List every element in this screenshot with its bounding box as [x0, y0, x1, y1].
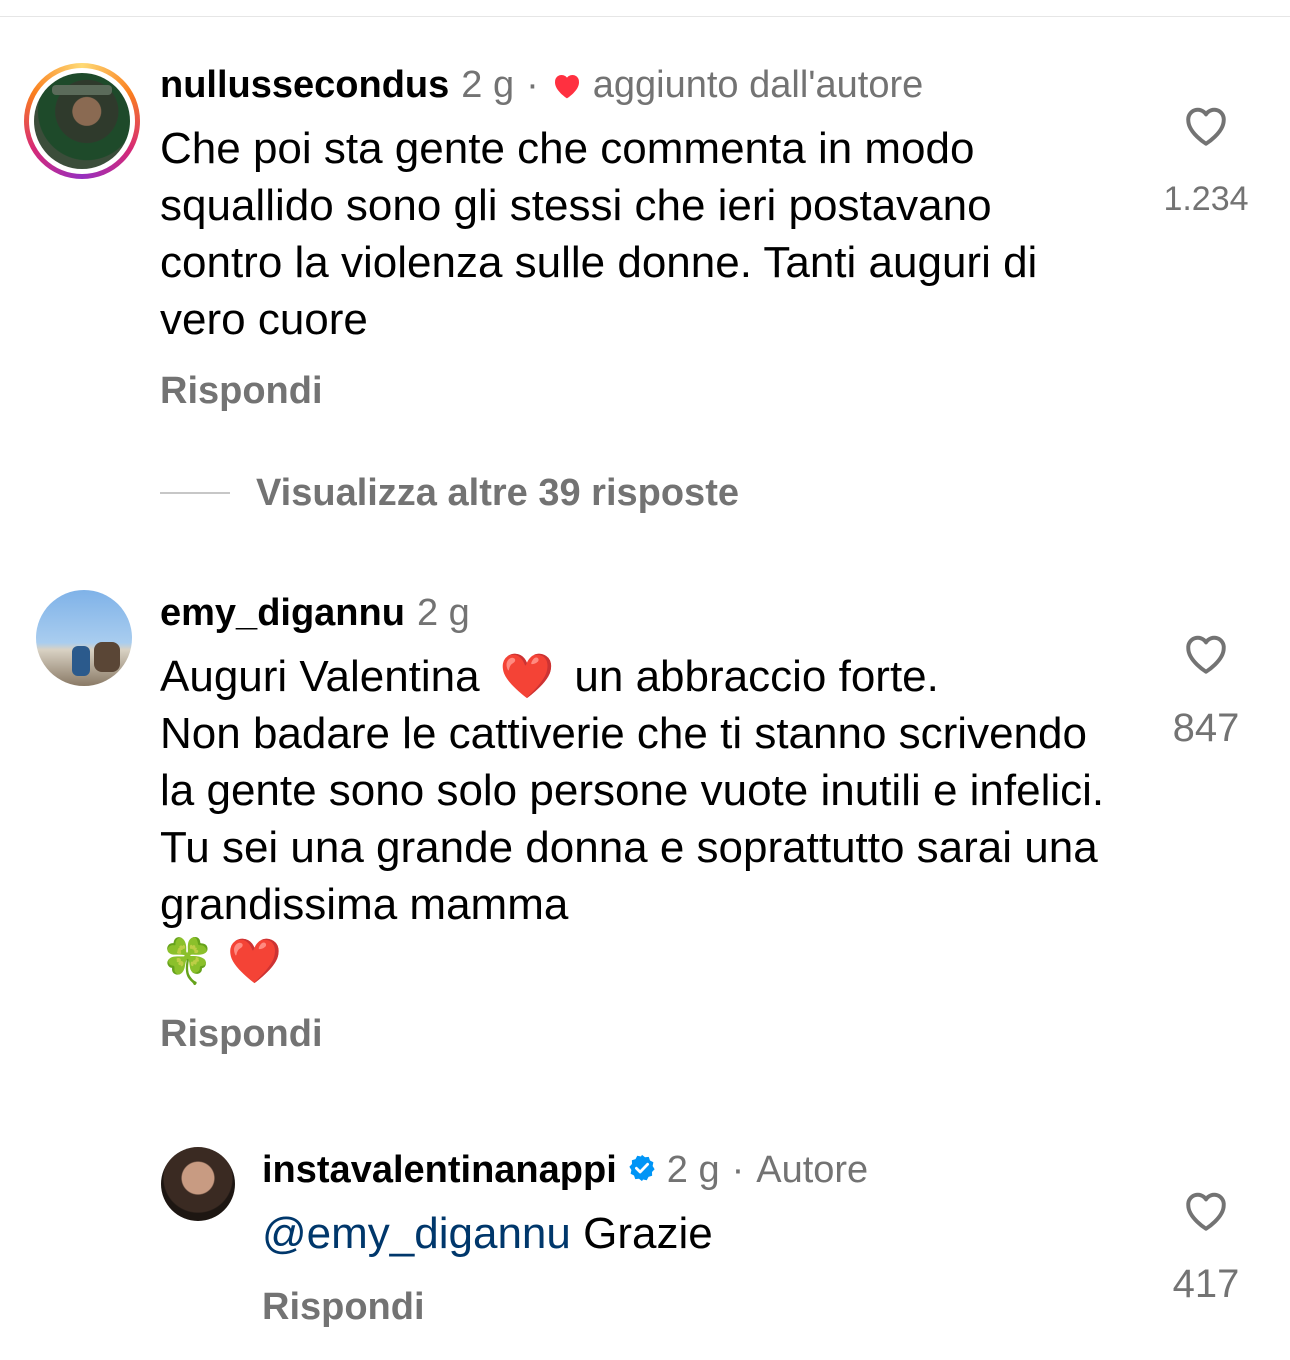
reply-button[interactable]: Rispondi	[262, 1286, 425, 1329]
heart-emoji: ❤️	[499, 652, 555, 701]
heart-outline-icon[interactable]	[1181, 630, 1231, 676]
reply-button[interactable]: Rispondi	[160, 370, 323, 413]
comment-text: Che poi sta gente che commenta in modo s…	[160, 124, 1038, 344]
author-label: Autore	[756, 1148, 869, 1191]
emoji-line: 🍀 ❤️	[160, 937, 282, 986]
reply-header: instavalentinanappi 2 g · Autore	[262, 1147, 868, 1193]
comment-text: Auguri Valentina ❤️ un abbraccio forte. …	[160, 648, 1120, 990]
heart-outline-icon[interactable]	[1181, 1187, 1231, 1233]
reply-text-content: Grazie	[583, 1209, 713, 1258]
reply-button[interactable]: Rispondi	[160, 1013, 323, 1056]
separator: ·	[526, 63, 539, 106]
view-more-replies-label: Visualizza altre 39 risposte	[256, 471, 739, 514]
comment-text-cont: un abbraccio forte.	[574, 652, 939, 701]
username[interactable]: emy_digannu	[160, 592, 405, 635]
view-more-replies[interactable]: Visualizza altre 39 risposte	[160, 470, 739, 516]
username[interactable]: instavalentinanappi	[262, 1149, 617, 1192]
reply-time: 2 g	[666, 1148, 720, 1191]
comment-text-start: Auguri Valentina	[160, 652, 480, 701]
liked-by-author-label: aggiunto dall'autore	[592, 63, 924, 106]
avatar[interactable]	[36, 590, 132, 686]
separator: ·	[731, 1148, 745, 1191]
like-count: 1.234	[1163, 180, 1249, 218]
like-count: 847	[1172, 706, 1240, 750]
comment-text-rest: Non badare le cattiverie che ti stanno s…	[160, 709, 1105, 929]
comment-time: 2 g	[416, 591, 470, 634]
reply-text: @emy_digannu Grazie	[262, 1205, 713, 1262]
replies-line	[160, 492, 230, 494]
avatar[interactable]	[24, 63, 140, 179]
avatar[interactable]	[161, 1147, 235, 1221]
like-count: 417	[1172, 1262, 1240, 1306]
mention-link[interactable]: @emy_digannu	[262, 1209, 571, 1258]
comment-header: nullussecondus 2 g · aggiunto dall'autor…	[160, 62, 923, 108]
username[interactable]: nullussecondus	[160, 64, 449, 107]
top-divider	[0, 16, 1290, 17]
heart-filled-icon	[551, 70, 583, 100]
comment-header: emy_digannu 2 g	[160, 590, 470, 636]
comment-time: 2 g	[461, 63, 515, 106]
verified-badge-icon	[627, 1153, 657, 1188]
heart-outline-icon[interactable]	[1181, 102, 1231, 148]
